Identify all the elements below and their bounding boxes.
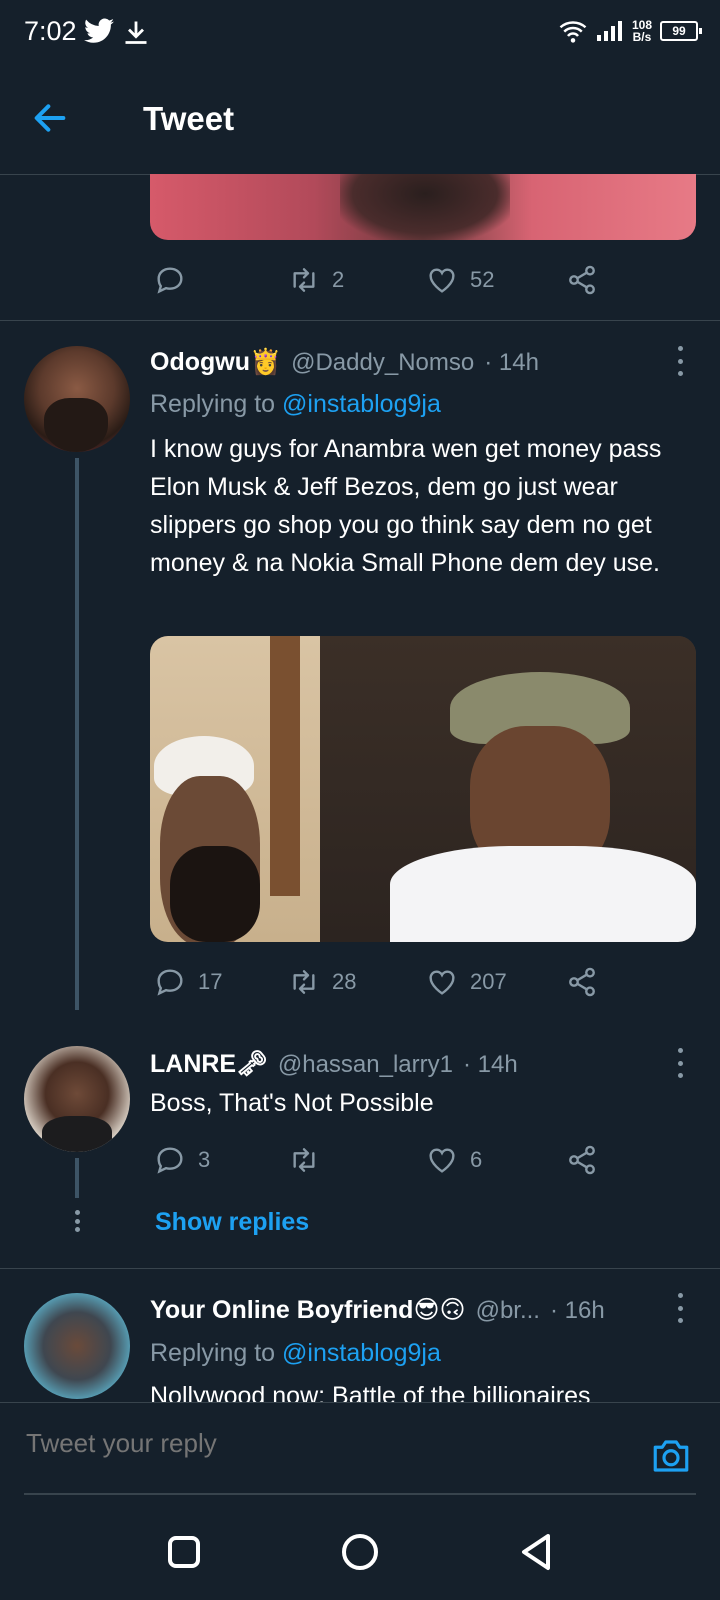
arrow-left-icon — [34, 104, 66, 132]
thread-line — [75, 458, 79, 1010]
tweet-actions: 3 6 — [154, 1140, 624, 1180]
tweet-author-row: Your Online Boyfriend😎🙃 @br... · 16h — [150, 1295, 605, 1325]
like-button[interactable]: 6 — [426, 1144, 566, 1176]
share-button[interactable] — [566, 966, 598, 998]
like-button[interactable]: 207 — [426, 966, 566, 998]
tweet-media-image[interactable] — [150, 174, 696, 240]
tweet-text: Boss, That's Not Possible — [150, 1089, 434, 1117]
tweet-actions: 17 28 207 — [154, 962, 624, 1002]
reply-input[interactable] — [24, 1417, 628, 1469]
reply-count: 3 — [198, 1147, 211, 1172]
replying-to: Replying to @instablog9ja — [150, 1339, 441, 1367]
reply-button[interactable]: 3 — [154, 1144, 288, 1176]
retweet-button[interactable]: 2 — [288, 264, 426, 296]
reply-button[interactable]: 17 — [154, 966, 288, 998]
retweet-icon — [293, 970, 315, 994]
camera-button[interactable] — [650, 1435, 692, 1477]
share-button[interactable] — [566, 264, 598, 296]
input-underline — [24, 1493, 696, 1495]
thread-line — [75, 1158, 79, 1198]
home-button[interactable] — [336, 1528, 384, 1576]
circle-icon — [342, 1534, 378, 1570]
download-icon — [125, 21, 147, 44]
tweet-time: · 16h — [549, 1297, 605, 1324]
triangle-back-icon — [522, 1534, 550, 1570]
recents-button[interactable] — [160, 1528, 208, 1576]
retweet-icon — [293, 1148, 315, 1172]
mention-link[interactable]: @instablog9ja — [282, 390, 441, 418]
battery-indicator: 99 — [660, 21, 702, 41]
signal-icon — [596, 21, 622, 41]
status-time: 7:02 — [24, 16, 77, 46]
mention-link[interactable]: @instablog9ja — [282, 1339, 441, 1367]
retweet-count: 2 — [332, 267, 345, 292]
tweet-actions: 2 52 — [154, 260, 624, 300]
share-icon — [569, 265, 595, 295]
user-handle[interactable]: @Daddy_Nomso — [291, 349, 474, 377]
tweet-media-image[interactable] — [150, 636, 696, 942]
avatar[interactable] — [24, 1046, 130, 1152]
thread-dots — [65, 1210, 89, 1232]
replying-to: Replying to @instablog9ja — [150, 390, 441, 418]
reply-count: 17 — [198, 969, 223, 994]
back-button[interactable] — [30, 98, 80, 148]
more-options-button[interactable] — [668, 346, 692, 376]
retweet-button[interactable] — [288, 1144, 426, 1176]
tweet-author-row: LANRE🗝 @hassan_larry1 · 14h — [150, 1050, 518, 1079]
display-name[interactable]: Your Online Boyfriend😎🙃 — [150, 1295, 466, 1325]
reply-icon — [157, 969, 183, 996]
tweet-time: · 14h — [484, 349, 539, 376]
tweet-time: · 14h — [462, 1051, 518, 1078]
share-icon — [569, 1145, 595, 1175]
heart-icon — [429, 268, 455, 293]
avatar[interactable] — [24, 1293, 130, 1399]
reply-icon — [157, 267, 183, 294]
retweet-button[interactable]: 28 — [288, 966, 426, 998]
heart-icon — [429, 970, 455, 995]
reply-composer-bar — [0, 1402, 720, 1497]
more-options-button[interactable] — [668, 1048, 692, 1078]
tweet-text: Nollywood now: Battle of the billionaire… — [150, 1382, 591, 1402]
like-count: 6 — [470, 1147, 483, 1172]
reply-icon — [157, 1147, 183, 1174]
heart-icon — [429, 1148, 455, 1173]
avatar[interactable] — [24, 346, 130, 452]
like-count: 207 — [470, 969, 507, 994]
reply-button[interactable] — [154, 264, 288, 296]
more-options-button[interactable] — [668, 1293, 692, 1323]
divider — [0, 320, 720, 321]
wifi-icon — [559, 21, 587, 43]
twitter-bird-icon — [84, 18, 114, 43]
display-name[interactable]: LANRE🗝 — [150, 1050, 268, 1079]
net-speed: 108 B/s — [631, 18, 652, 44]
system-navigation-bar — [0, 1498, 720, 1600]
share-button[interactable] — [566, 1144, 598, 1176]
square-icon — [168, 1536, 200, 1568]
retweet-icon — [293, 268, 315, 292]
tweet-item: Your Online Boyfriend😎🙃 @br... · 16h Rep… — [0, 1269, 720, 1402]
user-handle[interactable]: @br... — [476, 1297, 540, 1325]
like-count: 52 — [470, 267, 495, 292]
tweet-author-row: Odogwu👸 @Daddy_Nomso · 14h — [150, 348, 539, 377]
display-name[interactable]: Odogwu👸 — [150, 348, 281, 377]
tweet-text: I know guys for Anambra wen get money pa… — [150, 435, 662, 577]
camera-icon — [653, 1440, 689, 1472]
share-icon — [569, 967, 595, 997]
back-nav-button[interactable] — [512, 1528, 560, 1576]
retweet-count: 28 — [332, 969, 357, 994]
like-button[interactable]: 52 — [426, 264, 566, 296]
show-replies-link[interactable]: Show replies — [155, 1208, 309, 1237]
page-title: Tweet — [143, 100, 235, 137]
user-handle[interactable]: @hassan_larry1 — [278, 1051, 453, 1079]
status-bar: 7:02 108 B/s 99 — [0, 0, 720, 64]
top-app-bar: Tweet — [0, 64, 720, 175]
